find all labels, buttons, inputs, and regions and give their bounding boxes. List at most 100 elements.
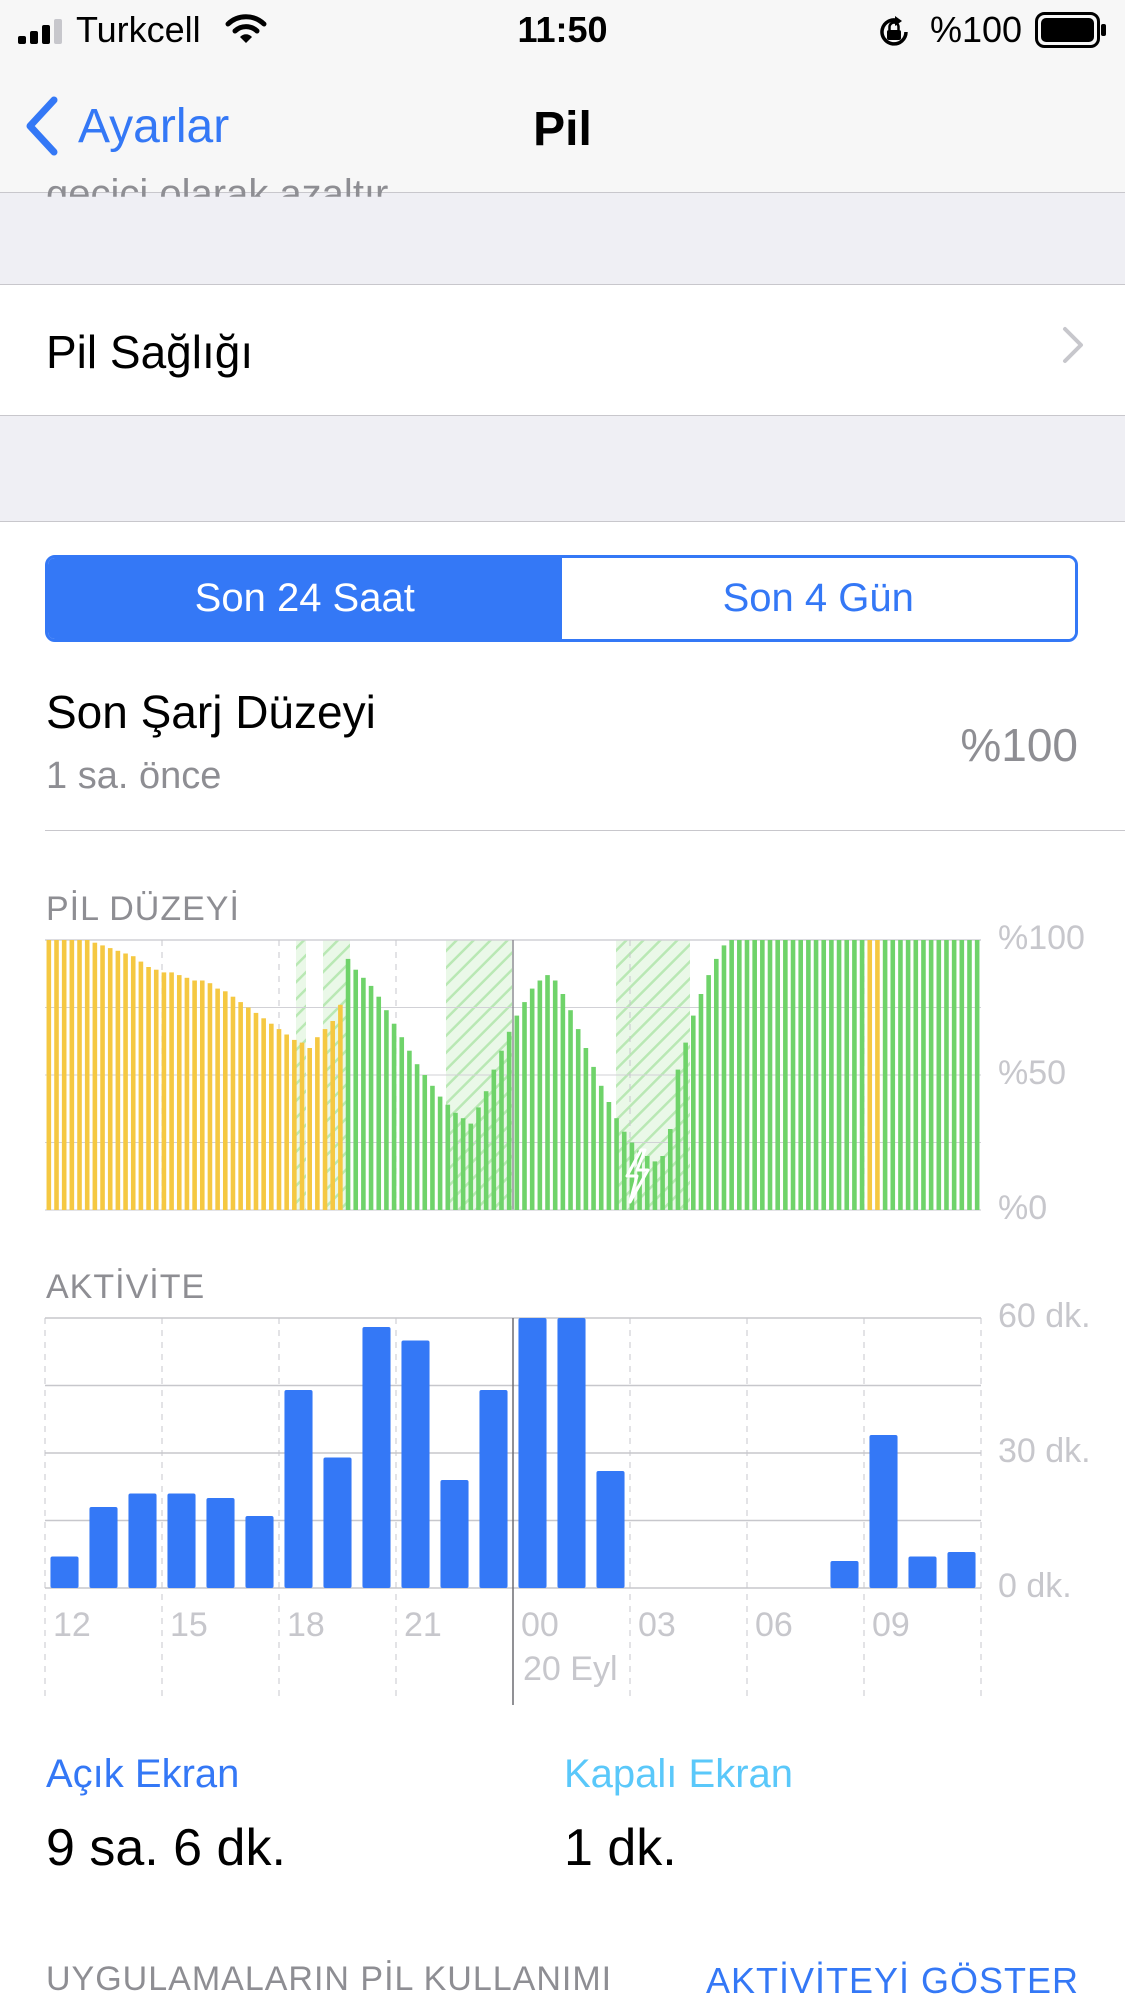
battery-bar [967,940,972,1210]
battery-bar [414,1064,420,1210]
battery-bar [146,967,151,1210]
battery-bar [606,1102,612,1210]
battery-bar [683,1042,688,1210]
battery-bar [453,1112,458,1210]
battery-bar [813,940,819,1210]
show-activity-button[interactable]: AKTİVİTEYİ GÖSTER [706,1960,1079,2002]
battery-bar [445,1104,451,1210]
activity-bar [50,1556,79,1588]
battery-bar [798,940,803,1210]
last-charge-title: Son Şarj Düzeyi [46,686,376,738]
battery-bar [898,940,903,1210]
activity-bar [128,1493,157,1588]
battery-bar [100,945,105,1210]
activity-y-label-0: 0 dk. [998,1567,1072,1605]
battery-bar [921,940,926,1210]
battery-bar [361,977,366,1210]
activity-bar [479,1390,508,1588]
battery-health-label: Pil Sağlığı [46,326,254,378]
activity-bar [947,1552,976,1588]
battery-bar [253,1012,259,1210]
battery-bar [944,940,949,1210]
battery-bar [77,940,82,1210]
battery-bar [107,948,113,1210]
battery-bar [974,940,980,1210]
battery-icon [1035,12,1106,48]
activity-bar [401,1340,430,1588]
battery-bar [207,983,213,1210]
activity-bar [284,1390,313,1588]
activity-bar [596,1471,625,1588]
battery-bar [568,1010,573,1210]
battery-bar [115,950,121,1210]
activity-bar [869,1435,898,1588]
battery-bar [522,1002,527,1210]
battery-bar [422,1075,428,1210]
activity-bar [908,1556,937,1588]
battery-bar [376,996,382,1210]
battery-bar [744,940,750,1210]
battery-bar [491,1069,497,1210]
battery-bar [545,975,550,1210]
battery-bar [890,940,896,1210]
battery-bar [821,940,827,1210]
activity-x-label: 21 [404,1606,442,1644]
segment-last-4-days[interactable]: Son 4 Gün [561,558,1075,639]
battery-bar [176,975,182,1210]
battery-bar [737,940,742,1210]
battery-y-label-0: %0 [998,1189,1047,1227]
segment-last-24-hours[interactable]: Son 24 Saat [48,558,562,639]
battery-bar [153,969,159,1210]
battery-bar [123,953,128,1210]
battery-bar [468,1123,474,1210]
activity-bar [323,1457,352,1588]
battery-bar [69,940,75,1210]
screen-on-value: 9 sa. 6 dk. [46,1819,286,1877]
activity-bar [518,1318,547,1588]
battery-bar [575,1029,581,1210]
battery-bar [269,1023,274,1210]
battery-bar [614,1118,619,1210]
battery-bar [706,975,711,1210]
partial-text: geçici olarak azaltır. [46,172,398,216]
separator [45,830,1125,831]
activity-bar [167,1493,196,1588]
activity-x-label: 15 [170,1606,208,1644]
page-title: Pil [533,103,592,156]
battery-bar [292,1039,297,1210]
battery-percent: %100 [930,9,1023,50]
battery-bar [238,1002,243,1210]
screen-on-label: Açık Ekran [46,1752,240,1796]
activity-y-label-30: 30 dk. [998,1432,1091,1470]
activity-x-label: 00 [521,1606,559,1644]
time-range-segmented-control[interactable]: Son 24 Saat Son 4 Gün [45,555,1078,642]
battery-bar [829,940,834,1210]
battery-health-row[interactable]: Pil Sağlığı [0,284,1125,416]
battery-bar [92,942,98,1210]
battery-bar [621,1131,627,1210]
activity-bar [362,1327,391,1588]
battery-bar [222,991,228,1210]
battery-bar [84,940,90,1210]
battery-bar [399,1037,405,1210]
battery-bar [330,1021,335,1210]
battery-bar [138,961,144,1210]
battery-bar [698,994,704,1210]
battery-bar [368,985,374,1210]
battery-bar [161,972,167,1210]
battery-bar [529,988,535,1210]
activity-y-label-60: 60 dk. [998,1300,1091,1335]
activity-bar [206,1498,235,1588]
activity-x-label: 12 [53,1606,91,1644]
battery-bar [552,980,558,1210]
battery-bar [652,1161,658,1210]
battery-bar [307,1048,312,1210]
battery-bar [437,1096,443,1210]
chevron-right-icon [1063,327,1083,363]
activity-bar [830,1561,859,1588]
battery-bar [315,1037,320,1210]
battery-bar [675,1069,681,1210]
battery-bar [537,980,543,1210]
battery-bar [583,1048,589,1210]
battery-bar [261,1018,266,1210]
